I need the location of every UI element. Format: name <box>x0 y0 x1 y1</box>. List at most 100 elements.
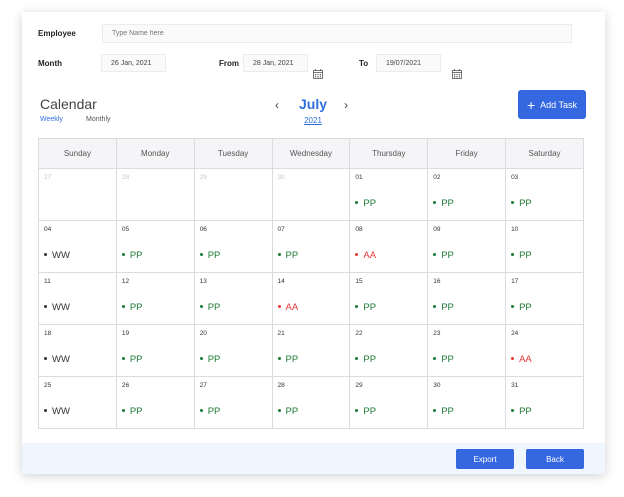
calendar-week-row: 25 WW 26 PP 27 PP 28 PP 29 PP 30 PP 31 PP <box>38 376 584 429</box>
attendance-status: WW <box>44 354 70 365</box>
back-button[interactable]: Back <box>526 449 584 469</box>
status-dot-icon <box>511 252 515 256</box>
status-dot-icon <box>511 356 515 360</box>
employee-label: Employee <box>38 29 76 38</box>
calendar-day-cell[interactable]: 22 PP <box>349 324 429 377</box>
status-dot-icon <box>355 304 359 308</box>
day-number: 02 <box>433 174 441 181</box>
status-dot-icon <box>44 304 47 308</box>
status-dot-icon <box>44 356 47 360</box>
export-button[interactable]: Export <box>456 449 514 469</box>
next-month-button[interactable]: › <box>344 98 348 112</box>
status-code: PP <box>363 406 377 417</box>
status-code: WW <box>52 354 70 365</box>
calendar-day-cell[interactable]: 28 <box>115 168 195 221</box>
calendar-day-cell[interactable]: 05 PP <box>115 220 195 273</box>
attendance-status: AA <box>511 354 532 365</box>
calendar-day-cell[interactable]: 08 AA <box>349 220 429 273</box>
calendar-day-cell[interactable]: 26 PP <box>115 376 195 429</box>
attendance-status: PP <box>121 406 143 417</box>
attendance-status: WW <box>44 302 70 313</box>
calendar-day-cell[interactable]: 23 PP <box>427 324 507 377</box>
calendar-day-cell[interactable]: 03 PP <box>505 168 584 221</box>
status-dot-icon <box>433 408 437 412</box>
status-code: PP <box>207 302 221 313</box>
status-code: PP <box>285 406 299 417</box>
calendar-day-cell[interactable]: 13 PP <box>193 272 273 325</box>
attendance-status: PP <box>199 250 221 261</box>
calendar-day-cell[interactable]: 01 PP <box>349 168 429 221</box>
calendar-day-cell[interactable]: 30 PP <box>427 376 507 429</box>
calendar-day-cell[interactable]: 04 WW <box>38 220 117 273</box>
calendar-day-cell[interactable]: 21 PP <box>271 324 351 377</box>
status-code: PP <box>363 302 377 313</box>
status-code: AA <box>285 302 299 313</box>
calendar-day-cell[interactable]: 20 PP <box>193 324 273 377</box>
calendar-day-cell[interactable]: 31 PP <box>505 376 584 429</box>
status-dot-icon <box>199 304 203 308</box>
calendar-day-cell[interactable]: 09 PP <box>427 220 507 273</box>
status-dot-icon <box>433 356 437 360</box>
calendar-day-cell[interactable]: 14 AA <box>271 272 351 325</box>
calendar-day-cell[interactable]: 10 PP <box>505 220 584 273</box>
from-calendar-icon[interactable] <box>313 69 323 79</box>
status-code: PP <box>519 302 532 313</box>
calendar-day-cell[interactable]: 12 PP <box>115 272 195 325</box>
day-number: 19 <box>121 330 130 337</box>
prev-month-button[interactable]: ‹ <box>275 98 279 112</box>
calendar-day-cell[interactable]: 25 WW <box>38 376 117 429</box>
status-code: PP <box>519 198 532 209</box>
from-label: From <box>219 59 239 68</box>
status-code: PP <box>441 302 454 313</box>
status-code: PP <box>519 406 532 417</box>
attendance-status: AA <box>355 250 376 261</box>
status-code: PP <box>207 250 221 261</box>
weekday-header: Tuesday <box>193 138 273 169</box>
attendance-status: PP <box>199 302 221 313</box>
calendar-day-cell[interactable]: 24 AA <box>505 324 584 377</box>
calendar-day-cell[interactable]: 19 PP <box>115 324 195 377</box>
day-number: 12 <box>121 278 130 285</box>
calendar-day-cell[interactable]: 27 <box>38 168 117 221</box>
weekday-header: Saturday <box>505 138 584 169</box>
day-number: 20 <box>199 330 207 337</box>
calendar-day-cell[interactable]: 29 PP <box>349 376 429 429</box>
calendar-day-cell[interactable]: 17 PP <box>505 272 584 325</box>
status-code: PP <box>207 406 221 417</box>
current-year-link[interactable]: 2021 <box>292 116 334 125</box>
status-code: PP <box>129 354 143 365</box>
calendar-day-cell[interactable]: 16 PP <box>427 272 507 325</box>
attendance-status: PP <box>433 302 454 313</box>
calendar-day-cell[interactable]: 11 WW <box>38 272 117 325</box>
day-number: 23 <box>433 330 441 337</box>
status-dot-icon <box>277 356 281 360</box>
calendar-day-cell[interactable]: 02 PP <box>427 168 507 221</box>
calendar-day-cell[interactable]: 07 PP <box>271 220 351 273</box>
calendar-day-cell[interactable]: 15 PP <box>349 272 429 325</box>
monthly-view-tab[interactable]: Monthly <box>86 116 111 123</box>
calendar-day-cell[interactable]: 29 <box>193 168 273 221</box>
to-date-field[interactable]: 19/07/2021 <box>376 54 441 72</box>
from-date-field[interactable]: 28 Jan, 2021 <box>243 54 308 72</box>
add-task-button[interactable]: + Add Task <box>518 90 586 119</box>
calendar-day-cell[interactable]: 18 WW <box>38 324 117 377</box>
status-dot-icon <box>511 408 515 412</box>
status-code: WW <box>52 250 70 261</box>
calendar-day-cell[interactable]: 06 PP <box>193 220 273 273</box>
status-dot-icon <box>199 356 203 360</box>
attendance-status: PP <box>355 354 376 365</box>
month-field[interactable]: 26 Jan, 2021 <box>101 54 166 72</box>
calendar-day-cell[interactable]: 28 PP <box>271 376 351 429</box>
employee-name-input[interactable] <box>102 24 572 43</box>
status-dot-icon <box>433 252 437 256</box>
calendar-week-row: 18 WW 19 PP 20 PP 21 PP 22 PP 23 PP 24 AA <box>38 324 584 377</box>
day-number: 07 <box>277 226 285 233</box>
status-dot-icon <box>121 304 125 308</box>
calendar-day-cell[interactable]: 30 <box>271 168 351 221</box>
day-number: 11 <box>44 278 51 285</box>
weekly-view-tab[interactable]: Weekly <box>40 116 63 123</box>
calendar-day-cell[interactable]: 27 PP <box>193 376 273 429</box>
status-code: PP <box>519 250 532 261</box>
attendance-status: PP <box>121 302 143 313</box>
to-calendar-icon[interactable] <box>452 69 462 79</box>
